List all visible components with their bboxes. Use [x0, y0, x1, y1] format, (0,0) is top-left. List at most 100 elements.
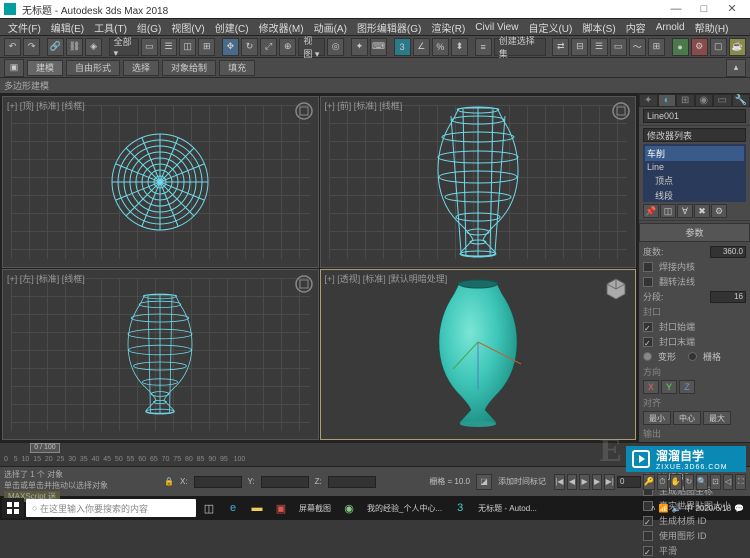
pan-button[interactable]: ✋ [670, 474, 682, 490]
modifier-stack[interactable]: 车削 Line 顶点 线段 样条线 [643, 144, 746, 202]
dir-x-button[interactable]: X [643, 380, 659, 394]
redo-button[interactable]: ↷ [23, 38, 40, 56]
params-rollout[interactable]: 参数 [639, 223, 750, 242]
spinner-snap-button[interactable]: ⬍ [451, 38, 468, 56]
morph-radio[interactable] [643, 352, 652, 361]
tray-volume-icon[interactable]: 🔊 [671, 504, 681, 513]
goto-end-button[interactable]: ▶| [604, 474, 615, 490]
gen-matid-checkbox[interactable] [643, 516, 653, 526]
viewcube-icon[interactable] [294, 274, 314, 294]
menu-animation[interactable]: 动画(A) [310, 20, 351, 35]
zoom-all-button[interactable]: ⊡ [710, 474, 721, 490]
tab-objectpaint[interactable]: 对象给制 [162, 60, 216, 76]
weld-checkbox[interactable] [643, 262, 653, 272]
hierarchy-tab[interactable]: ⊞ [676, 94, 695, 107]
tab-freeform[interactable]: 自由形式 [66, 60, 120, 76]
bind-button[interactable]: ◈ [85, 38, 102, 56]
align-min-button[interactable]: 最小 [643, 411, 671, 425]
flip-checkbox[interactable] [643, 277, 653, 287]
utilities-tab[interactable]: 🔧 [732, 94, 750, 107]
task-view-icon[interactable]: ◫ [198, 498, 220, 518]
viewport-top-label[interactable]: [+] [顶] [标准] [线框] [7, 99, 85, 112]
modifier-list-dropdown[interactable]: 修改器列表 [643, 128, 746, 142]
tab-selection[interactable]: 选择 [123, 60, 159, 76]
minimize-button[interactable]: — [662, 1, 690, 17]
schematic-button[interactable]: ⊞ [648, 38, 665, 56]
unlink-button[interactable]: ⛓ [66, 38, 83, 56]
scale-button[interactable]: ⤢ [260, 38, 277, 56]
system-tray[interactable]: ˄ 📶 🔊 中 2020/6/18 💬 [647, 503, 748, 514]
pivot-button[interactable]: ◎ [327, 38, 344, 56]
angle-snap-button[interactable]: ∠ [413, 38, 430, 56]
material-button[interactable]: ● [672, 38, 689, 56]
motion-tab[interactable]: ◉ [695, 94, 714, 107]
goto-start-button[interactable]: |◀ [554, 474, 565, 490]
configure-button[interactable]: ⚙ [711, 204, 727, 218]
prev-frame-button[interactable]: ◀ [567, 474, 578, 490]
unique-button[interactable]: ∀ [677, 204, 693, 218]
viewcube-icon[interactable] [294, 101, 314, 121]
menu-help[interactable]: 帮助(H) [691, 20, 733, 35]
tab-modeling[interactable]: 建模 [27, 60, 63, 76]
viewport-front[interactable]: [+] [前] [标准] [线框] [320, 96, 637, 268]
dir-y-button[interactable]: Y [661, 380, 677, 394]
stack-item-line[interactable]: Line [645, 161, 744, 173]
stack-item-lathe[interactable]: 车削 [645, 146, 744, 161]
move-button[interactable]: ✥ [222, 38, 239, 56]
menu-edit[interactable]: 编辑(E) [47, 20, 88, 35]
toggle-ribbon-button[interactable]: ▭ [610, 38, 627, 56]
orbit-button[interactable]: ↻ [684, 474, 695, 490]
select-button[interactable]: ▭ [141, 38, 158, 56]
create-tab[interactable]: ✦ [639, 94, 658, 107]
ribbon-toggle-icon[interactable]: ▣ [4, 59, 24, 77]
fov-button[interactable]: ◁ [723, 474, 734, 490]
named-sel-dropdown[interactable]: 创建选择集 [494, 38, 546, 56]
use-matid-checkbox[interactable] [643, 531, 653, 541]
align-center-button[interactable]: 中心 [673, 411, 701, 425]
task-3dsmax[interactable]: 无标题 - Autod... [473, 498, 542, 518]
layers-button[interactable]: ☰ [590, 38, 607, 56]
mirror-button[interactable]: ⇄ [552, 38, 569, 56]
coord-z-field[interactable] [328, 476, 376, 488]
tray-notif-icon[interactable]: 💬 [734, 504, 744, 513]
percent-snap-button[interactable]: % [432, 38, 449, 56]
undo-button[interactable]: ↶ [4, 38, 21, 56]
selection-filter[interactable]: 全部 ▾ [109, 38, 139, 56]
lock-icon[interactable]: 🔒 [164, 477, 174, 486]
menu-group[interactable]: 组(G) [133, 20, 165, 35]
max-task-icon[interactable]: 3 [449, 498, 471, 518]
maximize-button[interactable]: □ [690, 1, 718, 17]
window-crossing-button[interactable]: ⊞ [198, 38, 215, 56]
isolate-button[interactable]: ◪ [476, 474, 492, 490]
menu-tools[interactable]: 工具(T) [90, 20, 131, 35]
task-screenshot[interactable]: 屏幕截图 [294, 498, 336, 518]
remove-mod-button[interactable]: ✖ [694, 204, 710, 218]
next-frame-button[interactable]: ▶ [592, 474, 603, 490]
play-button[interactable]: ▶ [579, 474, 590, 490]
menu-create[interactable]: 创建(C) [211, 20, 253, 35]
viewport-left[interactable]: [+] [左] [标准] [线框] [2, 269, 319, 441]
object-name-field[interactable]: Line001 [643, 109, 746, 123]
coord-x-field[interactable] [194, 476, 242, 488]
add-time-tag[interactable]: 添加时间标记 [498, 476, 546, 487]
menu-customize[interactable]: 自定义(U) [524, 20, 576, 35]
viewport-front-label[interactable]: [+] [前] [标准] [线框] [325, 99, 403, 112]
rotate-button[interactable]: ↻ [241, 38, 258, 56]
stack-item-vertex[interactable]: 顶点 [645, 173, 744, 188]
curve-editor-button[interactable]: 〜 [629, 38, 646, 56]
menu-rendering[interactable]: 渲染(R) [427, 20, 469, 35]
smooth-checkbox[interactable] [643, 546, 653, 556]
task-browser[interactable]: 我的经验_个人中心... [362, 498, 447, 518]
dir-z-button[interactable]: Z [679, 380, 695, 394]
explorer-icon[interactable]: ▬ [246, 498, 268, 518]
viewcube-icon[interactable] [611, 101, 631, 121]
start-button[interactable] [2, 498, 24, 518]
menu-grapheditors[interactable]: 图形编辑器(G) [353, 20, 425, 35]
menu-modifiers[interactable]: 修改器(M) [255, 20, 308, 35]
snap-button[interactable]: 3 [394, 38, 411, 56]
key-mode-button[interactable]: 🔑 [643, 474, 655, 490]
display-tab[interactable]: ▭ [713, 94, 732, 107]
link-button[interactable]: 🔗 [47, 38, 64, 56]
time-config-button[interactable]: ⏱ [657, 474, 668, 490]
viewcube-icon[interactable] [603, 276, 629, 302]
